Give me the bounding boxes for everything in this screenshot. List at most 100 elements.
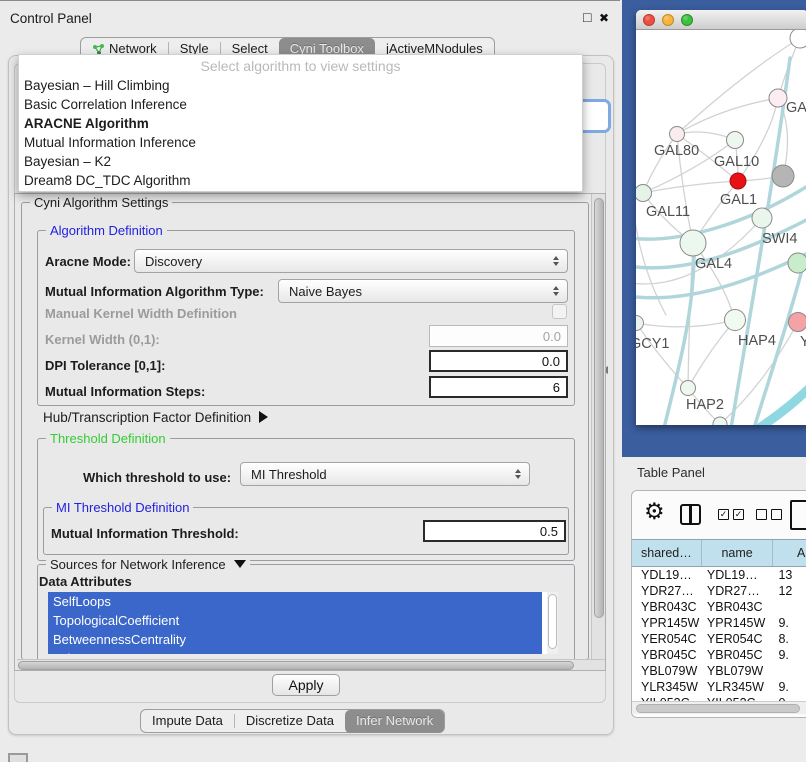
mi-algorithm-type-select[interactable]: Naive Bayes	[278, 279, 568, 303]
manual-kernel-width-checkbox[interactable]	[552, 304, 567, 319]
column-header[interactable]: name	[702, 540, 774, 566]
table-cell: 8.	[773, 631, 806, 647]
table-cell: YLR345W	[632, 679, 702, 695]
network-window[interactable]: GALGAL80GAL10GAL1GAL11SWI4GAL4GCY1HAP4YH…	[636, 10, 806, 425]
table-row[interactable]: YBR045CYBR045C9.	[632, 647, 806, 663]
node-label: GAL1	[720, 192, 757, 208]
table-cell: 9.	[773, 615, 806, 631]
algorithm-option[interactable]: Bayesian – K2	[24, 152, 582, 171]
tab-impute-data[interactable]: Impute Data	[141, 710, 234, 732]
unselect-all-columns-icon[interactable]	[756, 509, 782, 520]
new-table-icon[interactable]	[790, 500, 806, 530]
algorithm-option[interactable]: Mutual Information Inference	[24, 133, 582, 152]
network-node[interactable]	[725, 310, 746, 331]
select-all-columns-icon[interactable]: ✓✓	[718, 509, 744, 520]
expander-right-icon	[259, 411, 268, 423]
kernel-width-label: Kernel Width (0,1):	[45, 332, 160, 347]
algorithm-option[interactable]: Basic Correlation Inference	[24, 95, 582, 114]
settings-horizontal-scrollbar[interactable]	[17, 659, 605, 671]
network-node[interactable]	[772, 165, 794, 187]
close-button[interactable]	[643, 14, 655, 26]
network-window-titlebar[interactable]	[636, 10, 806, 30]
table-row[interactable]: YPR145WYPR145W9.	[632, 615, 806, 631]
table-cell: YDR27…	[632, 583, 702, 599]
algorithm-option[interactable]: Dream8 DC_TDC Algorithm	[24, 171, 582, 190]
network-node[interactable]	[727, 132, 744, 149]
tab-infer-network[interactable]: Infer Network	[345, 710, 444, 733]
network-node[interactable]	[636, 185, 652, 202]
minimize-button[interactable]	[662, 14, 674, 26]
docked-panel-icon[interactable]	[8, 753, 28, 762]
sources-expander[interactable]: Sources for Network Inference	[46, 557, 250, 572]
table-toolbar: ⚙ ✓✓	[632, 491, 806, 539]
data-attributes-list: SelfLoopsTopologicalCoefficientBetweenne…	[48, 592, 558, 654]
scrollbar-thumb[interactable]	[548, 594, 557, 649]
mi-steps-input[interactable]	[429, 376, 568, 398]
node-label: SWI4	[762, 231, 797, 247]
network-node[interactable]	[752, 208, 772, 228]
network-node[interactable]	[730, 173, 746, 189]
threshold-definition-title: Threshold Definition	[46, 431, 170, 446]
control-panel: Control Panel □ ✖ NetworkStyleSelectCyni…	[0, 0, 620, 762]
table-cell: YBR045C	[632, 647, 702, 663]
table-horizontal-scrollbar[interactable]	[632, 701, 806, 714]
data-attribute-item[interactable]: SelfLoops	[48, 592, 542, 611]
split-columns-icon[interactable]	[680, 504, 701, 525]
node-label: HAP4	[738, 333, 776, 349]
network-node[interactable]	[769, 89, 787, 107]
dpi-tolerance-input[interactable]	[429, 350, 568, 372]
settings-vertical-scrollbar[interactable]	[591, 194, 606, 670]
hub-definition-label: Hub/Transcription Factor Definition	[43, 410, 251, 425]
data-attribute-item[interactable]: TopologicalCoefficient	[48, 611, 542, 630]
network-node[interactable]	[789, 313, 806, 332]
column-header[interactable]: A	[773, 540, 806, 566]
network-node[interactable]	[790, 30, 806, 48]
network-canvas[interactable]: GALGAL80GAL10GAL1GAL11SWI4GAL4GCY1HAP4YH…	[636, 30, 806, 425]
network-node[interactable]	[788, 253, 806, 273]
stepper-icon	[511, 469, 525, 479]
table-row[interactable]: YDR27…YDR27…12	[632, 583, 806, 599]
column-header[interactable]: shared…	[632, 540, 702, 566]
data-attribute-item[interactable]: BetweennessCentrality	[48, 630, 542, 649]
tab-discretize-data[interactable]: Discretize Data	[235, 710, 345, 732]
network-node[interactable]	[680, 230, 706, 256]
data-attribute-item[interactable]: gal4RGexp	[48, 649, 542, 654]
scrollbar-thumb[interactable]	[594, 198, 604, 618]
network-edge	[677, 98, 778, 134]
table-options-icon[interactable]: ⚙	[644, 498, 665, 525]
stepper-icon	[549, 256, 563, 266]
table-cell: YBR045C	[702, 647, 774, 663]
table-row[interactable]: YLR345WYLR345W9.	[632, 679, 806, 695]
attributes-scrollbar[interactable]	[547, 592, 558, 654]
table-cell	[773, 663, 806, 679]
float-window-icon[interactable]: □	[583, 9, 591, 25]
apply-button[interactable]: Apply	[272, 674, 340, 696]
algorithm-option[interactable]: ARACNE Algorithm	[24, 114, 582, 133]
network-node[interactable]	[681, 381, 696, 396]
table-row[interactable]: YER054CYER054C8.	[632, 631, 806, 647]
node-label: GAL11	[646, 204, 690, 220]
scrollbar-thumb[interactable]	[18, 661, 574, 670]
which-threshold-select[interactable]: MI Threshold	[240, 462, 530, 486]
table-row[interactable]: YBL079WYBL079W	[632, 663, 806, 679]
network-node[interactable]	[713, 417, 727, 425]
algorithm-options-list: Bayesian – Hill ClimbingBasic Correlatio…	[19, 76, 582, 190]
algorithm-option[interactable]: Bayesian – Hill Climbing	[24, 76, 582, 95]
expander-down-icon	[234, 560, 246, 568]
close-panel-icon[interactable]: ✖	[599, 11, 609, 25]
aracne-mode-select[interactable]: Discovery	[134, 249, 568, 273]
scrollbar-thumb[interactable]	[636, 704, 800, 713]
mi-threshold-input[interactable]	[423, 520, 566, 542]
node-label: GAL10	[714, 154, 759, 170]
table-row[interactable]: YBR043CYBR043C	[632, 599, 806, 615]
kernel-width-input[interactable]	[429, 325, 568, 347]
network-node[interactable]	[670, 127, 685, 142]
table-row[interactable]: YDL19…YDL19…13	[632, 567, 806, 583]
table-cell: YLR345W	[702, 679, 774, 695]
network-node[interactable]	[636, 316, 644, 331]
hub-definition-expander[interactable]: Hub/Transcription Factor Definition	[43, 410, 268, 425]
table-cell: 13	[773, 567, 806, 583]
table-cell: YER054C	[632, 631, 702, 647]
zoom-button[interactable]	[681, 14, 693, 26]
mi-threshold-title: MI Threshold Definition	[52, 500, 193, 515]
